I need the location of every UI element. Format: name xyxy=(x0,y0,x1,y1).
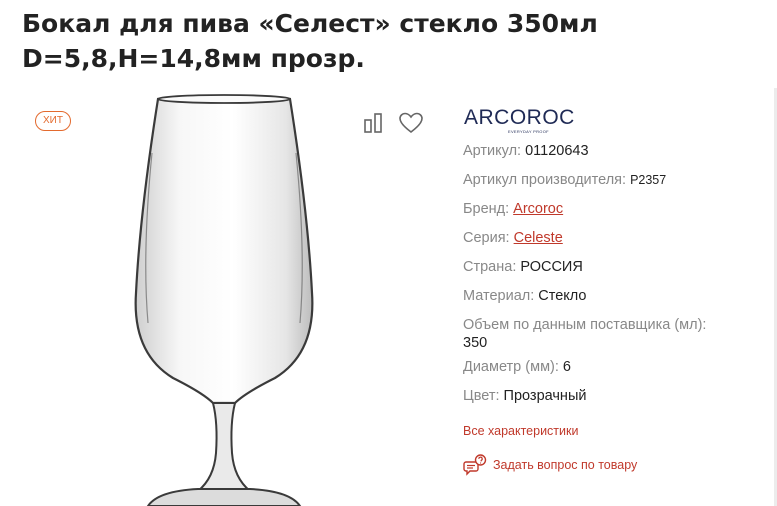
compare-icon xyxy=(364,113,382,133)
prop-value: Стекло xyxy=(538,288,587,304)
ask-question-button[interactable]: Задать вопрос по товару xyxy=(463,454,637,476)
prop-article: Артикул: 01120643 xyxy=(463,143,589,159)
brand-logo[interactable]: ARCOROC EVERYDAY PROOF xyxy=(464,106,576,134)
prop-label: Материал: xyxy=(463,288,535,304)
chat-question-icon xyxy=(463,454,487,476)
prop-label: Диаметр (мм): xyxy=(463,359,559,375)
favorite-button[interactable] xyxy=(398,111,423,135)
compare-button[interactable] xyxy=(362,111,386,135)
prop-label: Артикул: xyxy=(463,143,522,159)
prop-value: 350 xyxy=(463,335,488,351)
ask-question-label: Задать вопрос по товару xyxy=(493,458,638,472)
prop-material: Материал: Стекло xyxy=(463,288,586,304)
brand-logo-tagline: EVERYDAY PROOF xyxy=(508,129,549,134)
prop-brand: Бренд: Arcoroc xyxy=(463,201,563,217)
prop-label: Артикул производителя: xyxy=(463,172,627,188)
prop-label: Бренд: xyxy=(463,201,510,217)
prop-series: Серия: Celeste xyxy=(463,230,563,246)
brand-link[interactable]: Arcoroc xyxy=(513,201,563,217)
series-link[interactable]: Celeste xyxy=(514,230,563,246)
product-image xyxy=(134,94,314,506)
prop-label: Объем по данным поставщика (мл): xyxy=(463,317,707,333)
prop-value: РОССИЯ xyxy=(520,259,583,275)
prop-country: Страна: РОССИЯ xyxy=(463,259,583,275)
prop-label: Страна: xyxy=(463,259,517,275)
all-specs-link[interactable]: Все характеристики xyxy=(463,424,578,438)
prop-value: 6 xyxy=(562,359,571,375)
prop-label: Цвет: xyxy=(463,388,500,404)
product-title: Бокал для пива «Селест» стекло 350мл D=5… xyxy=(22,9,598,73)
prop-color: Цвет: Прозрачный xyxy=(463,388,586,404)
hit-badge: хит xyxy=(35,111,71,131)
prop-value: 01120643 xyxy=(525,143,589,159)
prop-value: P2357 xyxy=(630,173,667,187)
prop-diameter: Диаметр (мм): 6 xyxy=(463,359,571,375)
brand-logo-text: ARCOROC xyxy=(464,106,575,129)
heart-icon xyxy=(399,112,423,134)
prop-value: Прозрачный xyxy=(503,388,587,404)
prop-manufacturer-article: Артикул производителя: P2357 xyxy=(463,172,666,188)
prop-volume: Объем по данным поставщика (мл): 350 xyxy=(463,316,763,352)
prop-label: Серия: xyxy=(463,230,510,246)
